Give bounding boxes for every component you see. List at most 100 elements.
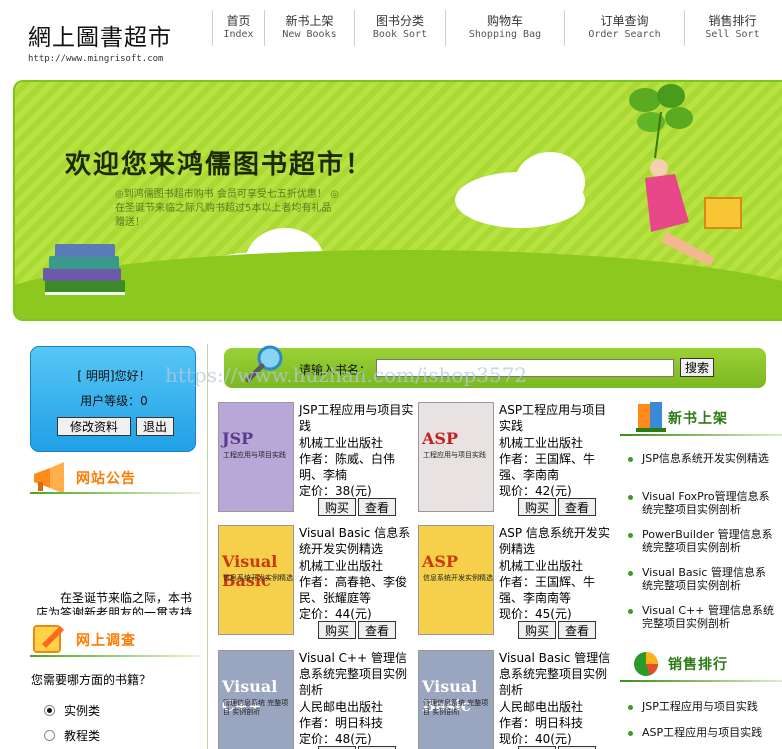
new-book-link[interactable]: PowerBuilder 管理信息系统完整项目实例剖析 — [626, 528, 776, 554]
view-button[interactable]: 查看 — [358, 621, 396, 639]
logo-url: http://www.mingrisoft.com — [28, 54, 164, 64]
cloud-shape — [515, 152, 585, 212]
book-card: ASP 工程应用与项目实践 ASP工程应用与项目实践 机械工业出版社 作者：王国辉、牛强… — [418, 402, 616, 520]
edit-profile-button[interactable]: 修改资料 — [57, 417, 131, 436]
girl-with-leaves-illustration — [629, 84, 742, 266]
new-book-link[interactable]: Visual FoxPro管理信息系统完整项目实例剖析 — [626, 490, 776, 516]
new-book-link[interactable]: JSP信息系统开发实例精选 — [626, 452, 776, 465]
search-bar: 请输入书名： 搜索 — [224, 345, 766, 388]
nav-label: 新书上架 — [285, 14, 334, 28]
book-info: ASP工程应用与项目实践 机械工业出版社 作者：王国辉、牛强、李南南 现价：42(元) — [499, 402, 616, 499]
cover-subtitle: 管理信息系统 完整项目 实例剖析 — [423, 699, 489, 716]
book-card: Visual C++ 管理信息系统 完整项目 实例剖析 Visual C++ 管理信… — [218, 650, 416, 749]
book-publisher: 机械工业出版社 — [299, 559, 384, 573]
nav-book-sort[interactable]: 图书分类 Book Sort — [354, 10, 445, 46]
view-button[interactable]: 查看 — [358, 498, 396, 516]
site-logo[interactable]: 網上圖書超市 http://www.mingrisoft.com — [28, 18, 172, 64]
nav-label: 销售排行 — [708, 14, 757, 28]
user-level: 用户等级：0 — [80, 394, 148, 408]
book-price: 现价：42(元) — [499, 484, 572, 498]
nav-new-books[interactable]: 新书上架 New Books — [264, 10, 354, 46]
view-button[interactable]: 查看 — [558, 498, 596, 516]
cover-subtitle: 信息系统开发实例精选 — [223, 574, 293, 582]
nav-sublabel: New Books — [282, 29, 337, 40]
book-cover[interactable]: Visual Basic 信息系统开发实例精选 — [218, 525, 294, 635]
book-title[interactable]: Visual Basic 管理信息系统完整项目实例剖析 — [499, 650, 616, 698]
book-price: 定价：38(元) — [299, 484, 372, 498]
book-publisher: 机械工业出版社 — [499, 436, 584, 450]
book-cover[interactable]: JSP 工程应用与项目实践 — [218, 402, 294, 512]
book-cover[interactable]: ASP 工程应用与项目实践 — [418, 402, 494, 512]
nav-order-search[interactable]: 订单查询 Order Search — [564, 10, 684, 46]
book-title[interactable]: ASP 信息系统开发实例精选 — [499, 525, 616, 557]
nav-sell-sort[interactable]: 销售排行 Sell Sort — [684, 10, 780, 46]
user-info-box: [ 明明]您好！ 用户等级：0 修改资料 退出 — [30, 346, 196, 452]
nav-label: 订单查询 — [600, 14, 649, 28]
sales-rank-header: 销售排行 — [620, 644, 782, 686]
book-card: JSP 工程应用与项目实践 JSP工程应用与项目实践 机械工业出版社 作者：陈威、白伟明… — [218, 402, 416, 520]
sales-rank-link[interactable]: JSP工程应用与项目实践 — [626, 700, 776, 713]
book-card: Visual Basic 管理信息系统 完整项目 实例剖析 Visual Basic… — [418, 650, 616, 749]
book-card: ASP 信息系统开发实例精选 ASP 信息系统开发实例精选 机械工业出版社 作者：王国辉… — [418, 525, 616, 643]
buy-button[interactable]: 购买 — [318, 498, 356, 516]
buy-button[interactable]: 购买 — [518, 498, 556, 516]
book-publisher: 人民邮电出版社 — [499, 700, 584, 714]
new-book-link[interactable]: Visual C++ 管理信息系统完整项目实例剖析 — [626, 604, 776, 630]
book-title[interactable]: JSP工程应用与项目实践 — [299, 402, 416, 434]
buy-button[interactable]: 购买 — [318, 621, 356, 639]
book-info: Visual Basic 管理信息系统完整项目实例剖析人民邮电出版社 作者：明日科… — [499, 650, 616, 747]
sales-rank-link[interactable]: ASP工程应用与项目实践 — [626, 726, 776, 739]
book-title[interactable]: ASP工程应用与项目实践 — [499, 402, 616, 434]
buy-button[interactable]: 购买 — [518, 621, 556, 639]
book-title[interactable]: Visual C++ 管理信息系统完整项目实例剖析 — [299, 650, 416, 698]
book-author: 作者：明日科技 — [299, 716, 384, 730]
book-author: 作者：高春艳、李俊民、张耀庭等 — [299, 575, 408, 605]
new-book-link[interactable]: Visual Basic 管理信息系统完整项目实例剖析 — [626, 566, 776, 592]
survey-title: 网上调查 — [76, 633, 136, 649]
view-button[interactable]: 查看 — [558, 621, 596, 639]
logo-text: 網上圖書超市 — [28, 25, 172, 51]
sales-rank-divider — [620, 680, 782, 682]
site-header: 網上圖書超市 http://www.mingrisoft.com 首页 Inde… — [0, 0, 782, 68]
survey-option[interactable]: 实例类 — [44, 702, 100, 719]
nav-label: 首页 — [226, 14, 251, 28]
nav-sublabel: Book Sort — [372, 29, 428, 40]
book-author: 作者：王国辉、牛强、李南南等 — [499, 575, 596, 605]
book-stack-icon — [43, 244, 125, 295]
logout-button[interactable]: 退出 — [136, 417, 174, 436]
book-publisher: 机械工业出版社 — [299, 436, 384, 450]
books-icon — [636, 402, 666, 432]
cover-subtitle: 工程应用与项目实践 — [223, 451, 286, 459]
book-info: JSP工程应用与项目实践机械工业出版社作者：陈威、白伟明、李楠定价：38(元) — [299, 402, 416, 499]
survey-question: 您需要哪方面的书籍？ — [31, 673, 152, 687]
book-author: 作者：陈威、白伟明、李楠 — [299, 452, 396, 482]
cover-title: ASP — [422, 552, 458, 571]
cover-subtitle: 工程应用与项目实践 — [423, 451, 486, 459]
book-title[interactable]: Visual Basic 信息系统开发实例精选 — [299, 525, 416, 557]
nav-index[interactable]: 首页 Index — [212, 10, 264, 46]
sales-rank-title: 销售排行 — [668, 657, 728, 673]
column-divider — [207, 344, 208, 749]
book-author: 作者：明日科技 — [499, 716, 584, 730]
book-cover[interactable]: ASP 信息系统开发实例精选 — [418, 525, 494, 635]
new-books-header: 新书上架 — [620, 398, 782, 440]
notice-title: 网站公告 — [76, 471, 136, 487]
book-price: 现价：40(元) — [499, 732, 572, 746]
book-cover[interactable]: Visual C++ 管理信息系统 完整项目 实例剖析 — [218, 650, 294, 749]
survey-divider — [30, 655, 200, 657]
search-input[interactable] — [376, 359, 674, 377]
book-card: Visual Basic 信息系统开发实例精选 Visual Basic 信息系统开… — [218, 525, 416, 643]
notice-marquee: 在圣诞节来临之际，本书店为答谢新老朋友的一贯支持 — [36, 591, 193, 615]
radio-button[interactable] — [44, 730, 55, 741]
book-cover[interactable]: Visual Basic 管理信息系统 完整项目 实例剖析 — [418, 650, 494, 749]
survey-option-label: 教程类 — [64, 729, 101, 743]
cover-title: JSP — [222, 429, 254, 448]
search-button[interactable]: 搜索 — [680, 358, 714, 377]
nav-sublabel: Order Search — [588, 29, 661, 40]
banner-description: ◎到鸿儒图书超市购书 会员可享受七五折优惠！ ◎在圣诞节来临之际凡购书超过5本以… — [115, 189, 339, 228]
nav-shopping-bag[interactable]: 购物车 Shopping Bag — [445, 10, 564, 46]
survey-option-label: 实例类 — [64, 704, 101, 718]
survey-option[interactable]: 教程类 — [44, 727, 100, 744]
radio-button-checked[interactable] — [44, 705, 55, 716]
nav-label: 图书分类 — [375, 14, 424, 28]
